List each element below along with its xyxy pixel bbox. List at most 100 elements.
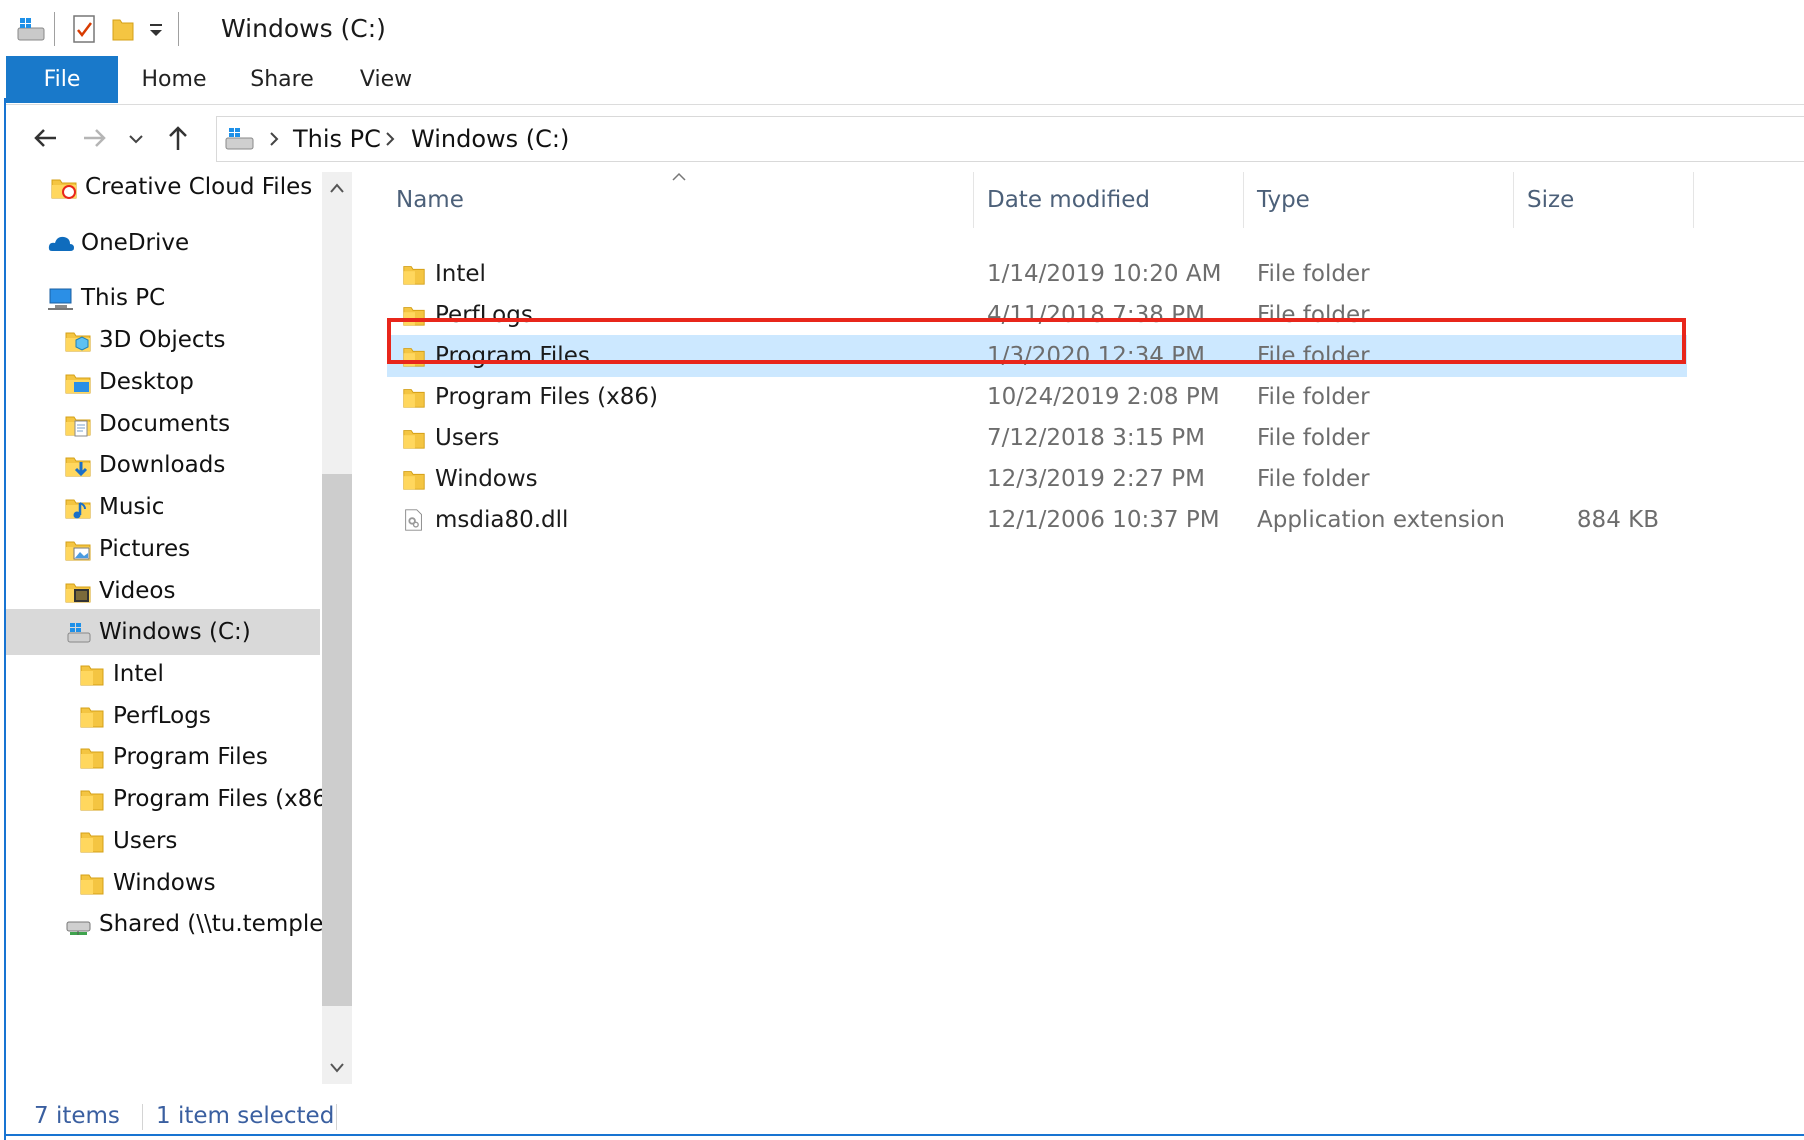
file-date-modified: 12/3/2019 2:27 PM [987, 466, 1205, 492]
sidebar-item-label: Videos [99, 578, 176, 604]
folder-icon [403, 389, 425, 408]
file-date-modified: 10/24/2019 2:08 PM [987, 384, 1220, 410]
tab-file[interactable]: File [6, 56, 118, 103]
sidebar-item-label: Program Files (x86) [113, 786, 336, 812]
column-divider[interactable] [1243, 172, 1244, 228]
address-bar[interactable]: This PC Windows (C:) [216, 116, 1804, 162]
sidebar-item[interactable]: This PC [6, 275, 321, 321]
forward-arrow-icon[interactable] [74, 118, 114, 158]
properties-icon[interactable] [70, 12, 100, 46]
breadcrumb-this-pc[interactable]: This PC [293, 117, 381, 161]
back-arrow-icon[interactable] [26, 118, 66, 158]
drive-app-icon[interactable] [14, 12, 48, 46]
sidebar-item[interactable]: Desktop [6, 359, 321, 405]
sidebar-item-label: Program Files [113, 744, 268, 770]
sidebar-item[interactable]: Shared (\\tu.temple. [6, 901, 331, 947]
sidebar-item[interactable]: OneDrive [6, 220, 321, 266]
file-name: Windows [435, 466, 538, 492]
sidebar-item[interactable]: Downloads [6, 442, 321, 488]
file-row[interactable]: Users 7/12/2018 3:15 PM File folder [387, 417, 1687, 459]
sidebar-item-label: PerfLogs [113, 703, 211, 729]
file-type: File folder [1257, 384, 1370, 410]
tab-view[interactable]: View [336, 56, 436, 103]
new-folder-icon[interactable] [110, 12, 136, 46]
downloads-icon [65, 457, 91, 477]
sidebar-item[interactable]: PerfLogs [6, 693, 321, 739]
folder-icon [403, 430, 425, 449]
sidebar-item[interactable]: Program Files [6, 734, 321, 780]
column-header-name[interactable]: Name [396, 168, 464, 232]
documents-icon [65, 416, 91, 437]
sidebar-item[interactable]: 3D Objects [6, 317, 321, 363]
customize-quick-access-icon[interactable] [146, 12, 166, 46]
window-border [6, 1134, 1804, 1136]
sidebar-item[interactable]: Users [6, 818, 321, 864]
3d-objects-icon [65, 332, 91, 352]
item-count: 7 items [34, 1103, 120, 1129]
file-name: Users [435, 425, 500, 451]
sidebar-item[interactable]: Program Files (x86) [6, 776, 336, 822]
status-bar: 7 items 1 item selected [6, 1092, 1804, 1140]
folder-icon [80, 665, 104, 686]
folder-icon [80, 832, 104, 853]
scroll-up-icon[interactable] [329, 182, 345, 194]
sidebar-item[interactable]: Music [6, 484, 321, 530]
folder-icon [80, 790, 104, 811]
column-divider[interactable] [1693, 172, 1694, 228]
sidebar-item[interactable]: Videos [6, 568, 321, 614]
file-row[interactable]: Windows 12/3/2019 2:27 PM File folder [387, 458, 1687, 500]
sidebar-item-label: Pictures [99, 536, 191, 562]
file-row[interactable]: Program Files (x86) 10/24/2019 2:08 PM Fil… [387, 376, 1687, 418]
sidebar-scroll-thumb[interactable] [322, 474, 352, 1006]
ribbon-tabs: File Home Share View [6, 56, 1804, 105]
title-separator [54, 12, 55, 46]
file-date-modified: 1/14/2019 10:20 AM [987, 261, 1222, 287]
breadcrumb-chevron-icon[interactable] [265, 130, 283, 148]
sidebar-item-label: Windows (C:) [99, 619, 251, 645]
file-row[interactable]: Intel 1/14/2019 10:20 AM File folder [387, 253, 1687, 295]
navigation-pane: Creative Cloud Files OneDrive This PC 3D Ob… [6, 172, 336, 1082]
sidebar-item[interactable]: Intel [6, 651, 321, 697]
file-name: Intel [435, 261, 486, 287]
tab-home[interactable]: Home [118, 56, 230, 103]
sidebar-item-label: This PC [81, 285, 166, 311]
folder-icon [80, 748, 104, 769]
file-type: File folder [1257, 425, 1370, 451]
selection-count: 1 item selected [156, 1103, 335, 1129]
column-header-size[interactable]: Size [1527, 168, 1574, 232]
title-bar: Windows (C:) [6, 0, 1804, 56]
status-separator [142, 1104, 143, 1130]
sidebar-item[interactable]: Pictures [6, 526, 321, 572]
this-pc-icon [48, 288, 73, 310]
recent-locations-chevron-icon[interactable] [122, 118, 150, 158]
folder-icon [80, 874, 104, 895]
sidebar-item[interactable]: Windows (C:) [6, 609, 320, 655]
sidebar-item[interactable]: Documents [6, 401, 321, 447]
sidebar-item[interactable]: Windows [6, 860, 321, 906]
sidebar-item-label: Users [113, 828, 178, 854]
sidebar-item-label: Desktop [99, 369, 194, 395]
breadcrumb-chevron-icon[interactable] [381, 130, 399, 148]
sidebar-item-label: Downloads [99, 452, 226, 478]
status-separator [336, 1104, 337, 1130]
sidebar-item-label: Windows [113, 870, 216, 896]
sidebar-item-label: OneDrive [81, 230, 190, 256]
file-size: 884 KB [1576, 507, 1659, 533]
tab-share[interactable]: Share [232, 56, 332, 103]
file-type: Application extension [1257, 507, 1505, 533]
videos-icon [65, 583, 91, 603]
sidebar-item-label: Documents [99, 411, 231, 437]
column-divider[interactable] [973, 172, 974, 228]
scroll-down-icon[interactable] [329, 1062, 345, 1074]
sidebar-item-label: Music [99, 494, 165, 520]
breadcrumb-windows-c[interactable]: Windows (C:) [411, 117, 569, 161]
desktop-icon [65, 374, 91, 394]
column-header-type[interactable]: Type [1257, 168, 1310, 232]
navigation-bar: This PC Windows (C:) [6, 104, 1804, 172]
file-row[interactable]: msdia80.dll 12/1/2006 10:37 PM Application… [387, 499, 1687, 541]
column-divider[interactable] [1513, 172, 1514, 228]
column-header-date-modified[interactable]: Date modified [987, 168, 1150, 232]
file-type: File folder [1257, 261, 1370, 287]
sidebar-item[interactable]: Creative Cloud Files [6, 164, 321, 210]
up-arrow-icon[interactable] [158, 118, 198, 158]
